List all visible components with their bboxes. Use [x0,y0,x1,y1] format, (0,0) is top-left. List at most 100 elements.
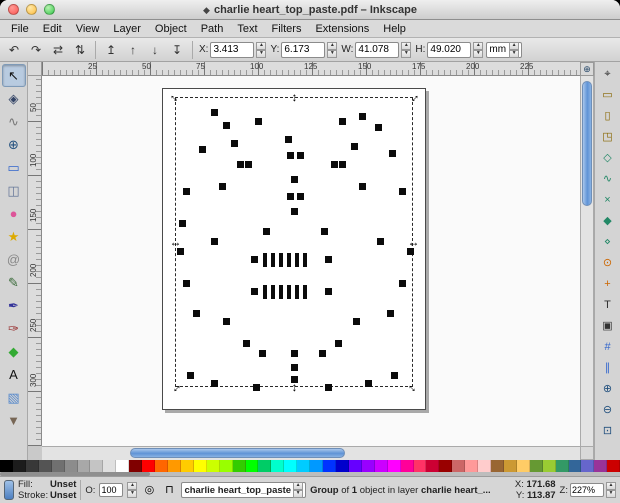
tweak-tool[interactable]: ∿ [2,110,26,133]
color-swatch[interactable] [387,460,401,472]
text-tool[interactable]: A [2,363,26,386]
snap-toggle-icon[interactable]: ⌖ [597,64,619,85]
lower-icon[interactable]: ↓ [145,40,165,60]
layer-lock-icon[interactable]: ⊓ [161,482,177,498]
menu-object[interactable]: Object [148,23,194,35]
color-swatch[interactable] [335,460,349,472]
spiral-tool[interactable]: @ [2,248,26,271]
color-swatch[interactable] [232,460,246,472]
rectangle-tool[interactable]: ▭ [2,156,26,179]
zoom-page-icon[interactable]: ⊡ [597,421,619,442]
color-swatch[interactable] [180,460,194,472]
rotate-cw-icon[interactable]: ↷ [26,40,46,60]
color-swatch[interactable] [478,460,492,472]
color-swatch[interactable] [77,460,91,472]
w-field[interactable] [355,41,400,58]
fill-stroke-indicator[interactable]: Fill: Unset Stroke: Unset [18,479,76,501]
document-page[interactable]: ↔ ↕ ↔ ↔ ↔ ↔ ↕ ↔ [162,88,426,410]
snap-nodes-icon[interactable]: ◇ [597,148,619,169]
menu-file[interactable]: File [4,23,36,35]
color-swatch[interactable] [284,460,298,472]
snap-rotation-center-icon[interactable]: + [597,274,619,295]
raise-icon[interactable]: ↑ [123,40,143,60]
color-swatch[interactable] [155,460,168,472]
palette-scrollbar-thumb[interactable] [0,472,150,476]
rotate-ccw-icon[interactable]: ↶ [4,40,24,60]
color-swatch[interactable] [25,460,39,472]
menu-filters[interactable]: Filters [265,23,309,35]
menu-text[interactable]: Text [230,23,264,35]
pencil-tool[interactable]: ✎ [2,271,26,294]
color-swatch[interactable] [129,460,143,472]
color-swatch[interactable] [142,460,156,472]
h-field[interactable] [427,41,472,58]
menu-help[interactable]: Help [376,23,413,35]
horizontal-ruler[interactable]: 25 50 75 100 125 150 175 200 225 [42,62,580,76]
menu-edit[interactable]: Edit [36,23,69,35]
color-swatch[interactable] [491,460,504,472]
opacity-stepper[interactable]: ▲ ▼ [127,482,138,498]
scale-handle-tm[interactable]: ↕ [288,91,301,103]
layer-visibility-icon[interactable]: ◎ [141,482,157,498]
calligraphy-tool[interactable]: ✑ [2,317,26,340]
zoom-out-icon[interactable]: ⊖ [597,400,619,421]
color-swatch[interactable] [452,460,466,472]
color-swatch[interactable] [206,460,220,472]
color-swatch[interactable] [465,460,479,472]
minimize-button[interactable] [26,4,37,15]
y-field-stepper[interactable]: ▲ ▼ [327,41,338,58]
menu-extensions[interactable]: Extensions [308,23,376,35]
x-field-stepper[interactable]: ▲ ▼ [256,41,267,58]
x-field[interactable] [210,41,255,58]
snap-intersection-icon[interactable]: × [597,190,619,211]
vertical-ruler[interactable]: 50 100 150 200 250 300 [28,76,42,446]
snap-page-icon[interactable]: ▣ [597,316,619,337]
raise-to-top-icon[interactable]: ↥ [101,40,121,60]
bezier-tool[interactable]: ✒ [2,294,26,317]
zoom-in-icon[interactable]: ⊕ [597,379,619,400]
menu-path[interactable]: Path [194,23,231,35]
color-swatch[interactable] [116,460,130,472]
color-swatch[interactable] [271,460,285,472]
title-bar[interactable]: ◆ charlie heart_top_paste.pdf – Inkscape [0,0,620,20]
color-swatch[interactable] [581,460,595,472]
maximize-button[interactable] [44,4,55,15]
zoom-tool[interactable]: ⊕ [2,133,26,156]
color-swatch[interactable] [400,460,414,472]
color-swatch[interactable] [297,460,311,472]
color-swatch[interactable] [0,460,13,472]
menu-view[interactable]: View [69,23,107,35]
color-swatch[interactable] [555,460,569,472]
color-swatch[interactable] [38,460,52,472]
color-swatch[interactable] [12,460,26,472]
unit-select[interactable]: mm ▲ ▼ [486,41,523,58]
star-tool[interactable]: ★ [2,225,26,248]
color-swatch[interactable] [245,460,259,472]
snap-bbox-corner-icon[interactable]: ◳ [597,127,619,148]
color-swatch[interactable] [568,460,582,472]
snap-path-icon[interactable]: ∿ [597,169,619,190]
color-swatch[interactable] [64,460,78,472]
ellipse-tool[interactable]: ● [2,202,26,225]
gradient-tool[interactable]: ▧ [2,386,26,409]
color-swatch[interactable] [193,460,207,472]
zoom-stepper[interactable]: ▲ ▼ [606,482,616,498]
y-field[interactable] [281,41,326,58]
layer-select-arrows[interactable]: ▲ ▼ [293,482,304,498]
palette-scrollbar[interactable] [0,472,620,476]
3dbox-tool[interactable]: ◫ [2,179,26,202]
scale-handle-mr[interactable]: ↔ [407,236,420,248]
close-button[interactable] [8,4,19,15]
zoom-field[interactable] [570,483,604,497]
selector-tool[interactable]: ↖ [1,64,26,87]
snap-grid-icon[interactable]: # [597,337,619,358]
color-swatch[interactable] [51,460,65,472]
w-field-stepper[interactable]: ▲ ▼ [401,41,412,58]
unit-select-arrows[interactable]: ▲ ▼ [509,41,520,58]
color-swatch[interactable] [323,460,336,472]
opacity-field[interactable] [99,483,124,497]
color-swatch[interactable] [258,460,272,472]
snap-center-icon[interactable]: ⊙ [597,253,619,274]
color-swatch[interactable] [607,460,620,472]
color-swatch[interactable] [439,460,453,472]
